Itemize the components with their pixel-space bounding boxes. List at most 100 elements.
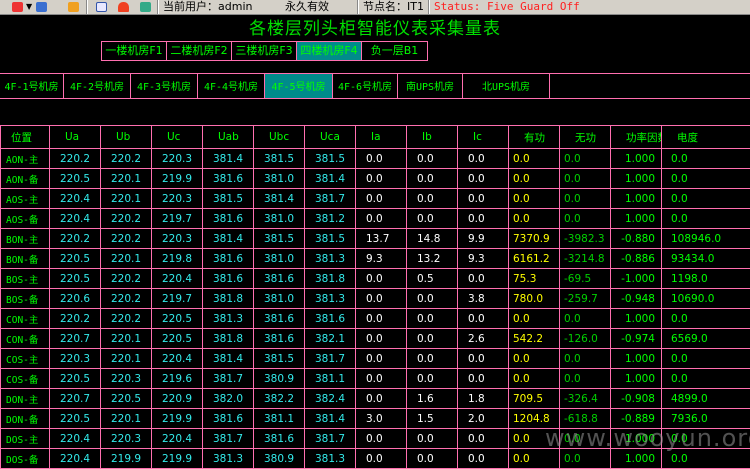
floor-tab[interactable]: 三楼机房F3 [232, 42, 297, 60]
cell-ia: 0.0 [356, 389, 407, 409]
table-row: BOS-主220.5220.2220.4381.6381.6381.80.00.… [1, 269, 750, 289]
cell-电度: 0.0 [662, 309, 750, 329]
cell-功率因数: 1.000 [611, 309, 662, 329]
cell-ub: 219.9 [101, 449, 152, 469]
room-tab[interactable]: 北UPS机房 [463, 74, 550, 98]
cell-有功: 709.5 [509, 389, 560, 409]
cell-功率因数: 1.000 [611, 149, 662, 169]
room-tab[interactable]: 4F-1号机房 [0, 74, 64, 98]
cell-ua: 220.2 [50, 309, 101, 329]
toolbar-separator [86, 0, 88, 15]
cell-位置: BOS-主 [1, 269, 50, 289]
cell-uca: 381.5 [305, 229, 356, 249]
cell-ib: 0.0 [407, 309, 458, 329]
cell-uab: 381.6 [203, 249, 254, 269]
cell-电度: 0.0 [662, 209, 750, 229]
cell-uca: 381.7 [305, 189, 356, 209]
cell-uc: 219.6 [152, 369, 203, 389]
export-icon[interactable] [140, 2, 151, 12]
table-row: CON-备220.7220.1220.5381.8381.6382.10.00.… [1, 329, 750, 349]
cell-uca: 381.3 [305, 289, 356, 309]
cell-有功: 75.3 [509, 269, 560, 289]
cell-无功: 0.0 [560, 209, 611, 229]
cell-ia: 0.0 [356, 189, 407, 209]
cell-无功: 0.0 [560, 149, 611, 169]
cell-ub: 220.1 [101, 249, 152, 269]
column-header: 电度 [662, 126, 750, 149]
cell-ubc: 381.5 [254, 349, 305, 369]
room-tab[interactable]: 4F-6号机房 [333, 74, 398, 98]
cell-有功: 780.0 [509, 289, 560, 309]
cell-ic: 0.0 [458, 369, 509, 389]
cell-uca: 381.3 [305, 249, 356, 269]
cell-位置: DON-备 [1, 409, 50, 429]
cell-ua: 220.4 [50, 209, 101, 229]
column-header: Ia [356, 126, 407, 149]
column-header: Ubc [254, 126, 305, 149]
cell-位置: BON-备 [1, 249, 50, 269]
cell-ib: 1.6 [407, 389, 458, 409]
cell-ia: 0.0 [356, 289, 407, 309]
cell-uc: 219.7 [152, 289, 203, 309]
cell-无功: -126.0 [560, 329, 611, 349]
cell-ia: 0.0 [356, 429, 407, 449]
cell-位置: AON-主 [1, 149, 50, 169]
cell-ua: 220.2 [50, 229, 101, 249]
cell-位置: COS-主 [1, 349, 50, 369]
cell-ia: 0.0 [356, 369, 407, 389]
cell-ub: 220.1 [101, 169, 152, 189]
cell-功率因数: 1.000 [611, 349, 662, 369]
cell-ia: 0.0 [356, 209, 407, 229]
floor-tab[interactable]: 负一层B1 [362, 42, 427, 60]
cell-功率因数: -0.974 [611, 329, 662, 349]
column-header: Uab [203, 126, 254, 149]
page-title: 各楼层列头柜智能仪表采集量表 [0, 14, 750, 39]
room-tab[interactable]: 4F-3号机房 [131, 74, 198, 98]
cell-ubc: 381.1 [254, 409, 305, 429]
cell-ic: 1.8 [458, 389, 509, 409]
cell-有功: 0.0 [509, 209, 560, 229]
alarm-light-icon[interactable] [118, 2, 129, 12]
cell-ic: 0.0 [458, 449, 509, 469]
cell-ubc: 382.2 [254, 389, 305, 409]
cell-ib: 0.0 [407, 449, 458, 469]
cell-ub: 220.2 [101, 289, 152, 309]
node-name: 节点名：IT1 [363, 0, 424, 14]
watermark: www.wooyun.org [545, 424, 750, 452]
room-tabs: 4F-1号机房4F-2号机房4F-3号机房4F-4号机房4F-5号机房4F-6号… [0, 73, 750, 99]
floor-tab[interactable]: 二楼机房F2 [167, 42, 232, 60]
room-tab[interactable]: 南UPS机房 [398, 74, 463, 98]
table-row: BON-主220.2220.2220.3381.4381.5381.513.71… [1, 229, 750, 249]
cell-uc: 220.3 [152, 189, 203, 209]
cell-uca: 381.4 [305, 409, 356, 429]
floor-tab[interactable]: 一楼机房F1 [102, 42, 167, 60]
dropdown-arrow-icon[interactable]: ▼ [26, 2, 32, 12]
floor-tab[interactable]: 四楼机房F4 [297, 42, 362, 60]
cell-ubc: 381.0 [254, 249, 305, 269]
room-tab[interactable]: 4F-4号机房 [198, 74, 265, 98]
cell-ib: 1.5 [407, 409, 458, 429]
cell-ub: 220.1 [101, 409, 152, 429]
room-tab[interactable]: 4F-5号机房 [265, 74, 333, 98]
cell-uab: 381.6 [203, 269, 254, 289]
cell-uc: 220.4 [152, 429, 203, 449]
report-icon[interactable] [96, 2, 107, 12]
cell-电度: 108946.0 [662, 229, 750, 249]
cell-ua: 220.6 [50, 289, 101, 309]
cell-ub: 220.1 [101, 189, 152, 209]
cell-电度: 1198.0 [662, 269, 750, 289]
cell-ib: 0.0 [407, 369, 458, 389]
cell-ubc: 381.6 [254, 309, 305, 329]
cell-位置: CON-备 [1, 329, 50, 349]
room-tab[interactable]: 4F-2号机房 [64, 74, 131, 98]
cell-ib: 0.5 [407, 269, 458, 289]
cell-ic: 9.9 [458, 229, 509, 249]
cell-ic: 9.3 [458, 249, 509, 269]
cell-电度: 0.0 [662, 189, 750, 209]
cell-有功: 0.0 [509, 149, 560, 169]
camera-icon[interactable] [36, 2, 47, 12]
cell-ia: 3.0 [356, 409, 407, 429]
torch-icon[interactable] [68, 2, 79, 12]
alarm-mute-icon[interactable] [12, 2, 23, 12]
cell-ia: 9.3 [356, 249, 407, 269]
